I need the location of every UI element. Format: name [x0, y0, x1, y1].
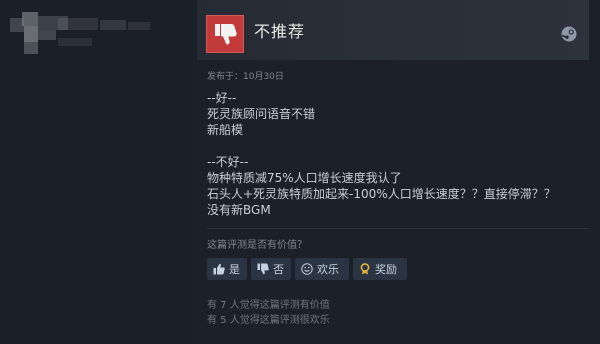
helpful-question: 这篇评测是否有价值？	[207, 240, 307, 251]
review-line: --好--	[207, 91, 237, 105]
thumbs-down-icon	[257, 263, 269, 275]
blurred-reviewer-info	[10, 12, 160, 58]
review-page: 不推荐 发布于：10月30日 --好-- 死灵族顾问语音不错 新船模 --不好-…	[0, 0, 600, 344]
vote-funny-label: 欢乐	[317, 263, 339, 276]
award-icon	[360, 263, 370, 275]
vote-funny-button[interactable]: 欢乐	[295, 258, 349, 280]
review-line: 没有新BGM	[207, 203, 271, 217]
posted-date: 发布于：10月30日	[207, 72, 284, 82]
vote-no-label: 否	[273, 263, 284, 276]
helpful-count: 有 7 人觉得这篇评测有价值	[207, 300, 330, 311]
review-line: 新船模	[207, 123, 244, 137]
award-label: 奖励	[375, 263, 397, 276]
vote-no-button[interactable]: 否	[251, 258, 291, 280]
reviewer-panel	[0, 0, 196, 344]
review-line: 石头人+死灵族特质加起来-100%人口增长速度？？直接停滞？？	[207, 187, 556, 201]
recommendation-title: 不推荐	[254, 22, 306, 41]
review-card: 不推荐 发布于：10月30日 --好-- 死灵族顾问语音不错 新船模 --不好-…	[197, 0, 597, 344]
review-line: --不好--	[207, 155, 249, 169]
review-header: 不推荐	[197, 0, 589, 60]
steam-icon	[561, 26, 577, 42]
vote-yes-label: 是	[229, 263, 240, 276]
thumbs-down-glyph	[215, 24, 237, 45]
smiley-icon	[301, 263, 313, 275]
funny-count: 有 5 人觉得这篇评测很欢乐	[207, 315, 330, 326]
review-line: 死灵族顾问语音不错	[207, 107, 316, 121]
thumbs-down-icon	[206, 15, 244, 53]
vote-yes-button[interactable]: 是	[207, 258, 247, 280]
thumbs-up-icon	[213, 263, 225, 275]
review-line: 物种特质减75%人口增长速度我认了	[207, 171, 402, 185]
divider	[207, 228, 589, 229]
award-button[interactable]: 奖励	[353, 258, 407, 280]
